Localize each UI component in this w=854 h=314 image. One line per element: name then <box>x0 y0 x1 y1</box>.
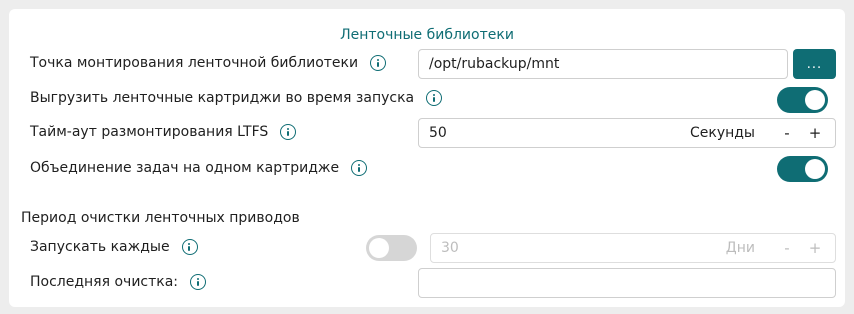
mount-point-value: /opt/rubackup/mnt <box>429 56 560 72</box>
increment-button[interactable]: + <box>805 124 825 142</box>
unload-label: Выгрузить ленточные картриджи во время з… <box>30 90 415 106</box>
run-every-label-row: Запускать каждые <box>30 239 198 255</box>
browse-button[interactable]: ... <box>793 49 836 79</box>
ltfs-timeout-label: Тайм-аут размонтирования LTFS <box>30 124 269 140</box>
ltfs-timeout-value: 50 <box>429 125 447 141</box>
run-every-value: 30 <box>441 240 459 256</box>
decrement-button[interactable]: - <box>777 124 797 142</box>
section-title: Ленточные библиотеки <box>340 27 514 43</box>
mount-point-label-row: Точка монтирования ленточной библиотеки <box>30 55 387 71</box>
unload-label-row: Выгрузить ленточные картриджи во время з… <box>30 90 443 106</box>
toggle-knob <box>369 238 389 258</box>
merge-tasks-label: Объединение задач на одном картридже <box>30 160 340 176</box>
last-cleanup-label: Последняя очистка: <box>30 274 179 290</box>
last-cleanup-field[interactable] <box>418 268 836 298</box>
mount-point-input[interactable]: /opt/rubackup/mnt <box>418 49 788 79</box>
run-every-stepper[interactable]: 30 Дни - + <box>430 233 836 263</box>
run-every-toggle[interactable] <box>366 235 417 261</box>
mount-point-label: Точка монтирования ленточной библиотеки <box>30 55 359 71</box>
info-icon[interactable] <box>181 239 198 255</box>
info-icon[interactable] <box>190 274 207 290</box>
merge-tasks-label-row: Объединение задач на одном картридже <box>30 160 368 176</box>
info-icon[interactable] <box>351 160 368 176</box>
tape-libraries-panel: Ленточные библиотеки Точка монтирования … <box>9 9 845 307</box>
toggle-knob <box>805 90 825 110</box>
info-icon[interactable] <box>280 124 297 140</box>
cleanup-group-title: Период очистки ленточных приводов <box>21 210 300 226</box>
run-every-unit: Дни <box>725 240 755 256</box>
last-cleanup-label-row: Последняя очистка: <box>30 274 207 290</box>
ltfs-timeout-stepper[interactable]: 50 Секунды - + <box>418 118 836 148</box>
decrement-button[interactable]: - <box>777 239 797 257</box>
toggle-knob <box>805 159 825 179</box>
ltfs-timeout-label-row: Тайм-аут размонтирования LTFS <box>30 124 297 140</box>
info-icon[interactable] <box>370 55 387 71</box>
unload-toggle[interactable] <box>777 87 828 113</box>
ltfs-timeout-unit: Секунды <box>689 125 755 141</box>
merge-tasks-toggle[interactable] <box>777 156 828 182</box>
run-every-label: Запускать каждые <box>30 239 170 255</box>
info-icon[interactable] <box>426 90 443 106</box>
increment-button[interactable]: + <box>805 239 825 257</box>
